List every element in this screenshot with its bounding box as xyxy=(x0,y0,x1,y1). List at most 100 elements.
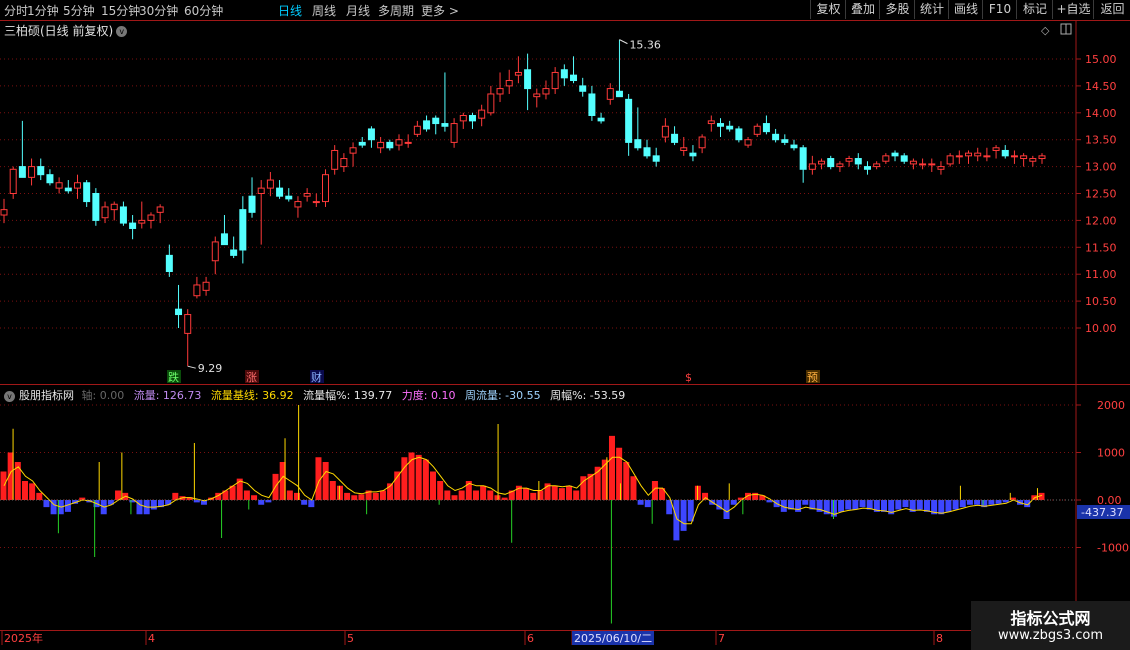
candle-body xyxy=(459,114,467,122)
candle-body xyxy=(395,139,403,146)
flow-bar xyxy=(258,500,265,505)
flow-bar xyxy=(29,483,36,500)
candle-body xyxy=(468,114,476,122)
candle-body xyxy=(946,155,954,165)
candle-body xyxy=(965,152,973,157)
indicator-legend: v 股朋指标网 轴: 0.00 流量: 126.73 流量基线: 36.92 流量… xyxy=(4,387,631,403)
candle-body xyxy=(781,139,789,143)
chevron-down-icon[interactable]: v xyxy=(4,390,15,402)
candle-body xyxy=(101,206,109,219)
price-axis-label: 11.50 xyxy=(1085,241,1117,254)
candle-body xyxy=(276,187,284,197)
candle-body xyxy=(83,182,91,203)
candle-body xyxy=(478,109,486,119)
candle-body xyxy=(799,147,807,170)
candle-body xyxy=(386,141,394,149)
candle-body xyxy=(992,147,1000,151)
candle-body xyxy=(900,155,908,162)
price-axis-label: 10.00 xyxy=(1085,322,1117,335)
candle-body xyxy=(175,308,183,316)
flow-bar xyxy=(301,500,308,505)
candle-body xyxy=(413,125,421,135)
candle-body xyxy=(138,219,146,224)
date-label: 5 xyxy=(347,632,354,645)
flow-bar xyxy=(480,485,487,500)
candle-body xyxy=(46,174,54,184)
candle-body xyxy=(165,254,173,273)
high-label: 15.36 xyxy=(629,39,661,52)
candle-body xyxy=(349,147,357,154)
flow-bar xyxy=(551,485,558,500)
price-axis-label: 14.50 xyxy=(1085,80,1117,93)
flow-bar xyxy=(966,500,973,505)
candle-body xyxy=(156,206,164,213)
flow-bar xyxy=(730,500,737,505)
candle-body xyxy=(854,158,862,165)
watermark-url: www.zbgs3.com xyxy=(997,628,1104,643)
candle-body xyxy=(285,195,293,200)
candle-body xyxy=(560,69,568,79)
date-label: 2025年 xyxy=(4,631,43,645)
candle-body xyxy=(92,193,100,221)
candle-body xyxy=(220,233,228,246)
flow-bar xyxy=(530,492,537,500)
flow-bar xyxy=(995,500,1002,504)
candle-body xyxy=(909,160,917,165)
candle-body xyxy=(753,125,761,135)
high-pointer xyxy=(619,39,628,45)
flow-axis-label: 1000 xyxy=(1097,447,1125,460)
flow-readout: 流量: 126.73 xyxy=(133,389,202,402)
price-axis-label: 15.00 xyxy=(1085,53,1117,66)
candle-body xyxy=(119,206,127,224)
candle-body xyxy=(257,187,265,194)
candle-body xyxy=(873,163,881,168)
candle-body xyxy=(845,158,853,162)
flow-bar xyxy=(444,490,451,500)
candle-body xyxy=(643,147,651,157)
candle-body xyxy=(882,155,890,162)
candle-body xyxy=(551,71,559,90)
candle-body xyxy=(450,123,458,143)
candle-body xyxy=(707,120,715,125)
base-readout: 流量基线: 36.92 xyxy=(210,389,294,402)
candle-body xyxy=(514,71,522,76)
candle-body xyxy=(1020,155,1028,160)
flow-bar xyxy=(0,471,7,500)
low-label: 9.29 xyxy=(198,362,223,375)
weekly-flow-readout: 周流量: -30.55 xyxy=(464,389,541,402)
flow-bar xyxy=(415,454,422,500)
flow-bar xyxy=(974,500,981,505)
candle-body xyxy=(358,141,366,146)
flow-bar xyxy=(286,490,293,500)
candle-body xyxy=(625,98,633,143)
flow-bar xyxy=(430,471,437,500)
flow-bar xyxy=(852,500,859,510)
indicator-name: 股朋指标网 xyxy=(19,389,74,402)
candle-body xyxy=(441,123,449,127)
flow-bar xyxy=(487,490,494,500)
flow-bar xyxy=(616,447,623,500)
candle-body xyxy=(147,214,155,221)
flow-bar xyxy=(845,500,852,510)
price-axis-label: 13.50 xyxy=(1085,134,1117,147)
flow-bar xyxy=(243,490,250,500)
date-label: 6 xyxy=(527,632,534,645)
diamond-icon: ◇ xyxy=(1041,24,1050,37)
price-axis-label: 12.50 xyxy=(1085,188,1117,201)
flow-bar xyxy=(523,488,530,500)
flow-baseline xyxy=(3,456,1043,525)
flow-bar xyxy=(859,500,866,508)
flow-bar xyxy=(351,495,358,500)
candle-body xyxy=(404,141,412,144)
flow-bar xyxy=(802,500,809,505)
candle-body xyxy=(652,155,660,162)
flow-bar xyxy=(952,500,959,510)
candle-body xyxy=(891,152,899,157)
flow-bar xyxy=(422,459,429,500)
flow-bar xyxy=(322,462,329,500)
flow-axis-label: 2000 xyxy=(1097,399,1125,412)
candle-body xyxy=(18,166,26,178)
candle-body xyxy=(615,90,623,98)
flow-bar xyxy=(558,488,565,500)
chart-area[interactable]: ◇ 15.00 14.50 14.00 13.50 13.00 12.50 12.00 11.… xyxy=(0,0,1130,650)
